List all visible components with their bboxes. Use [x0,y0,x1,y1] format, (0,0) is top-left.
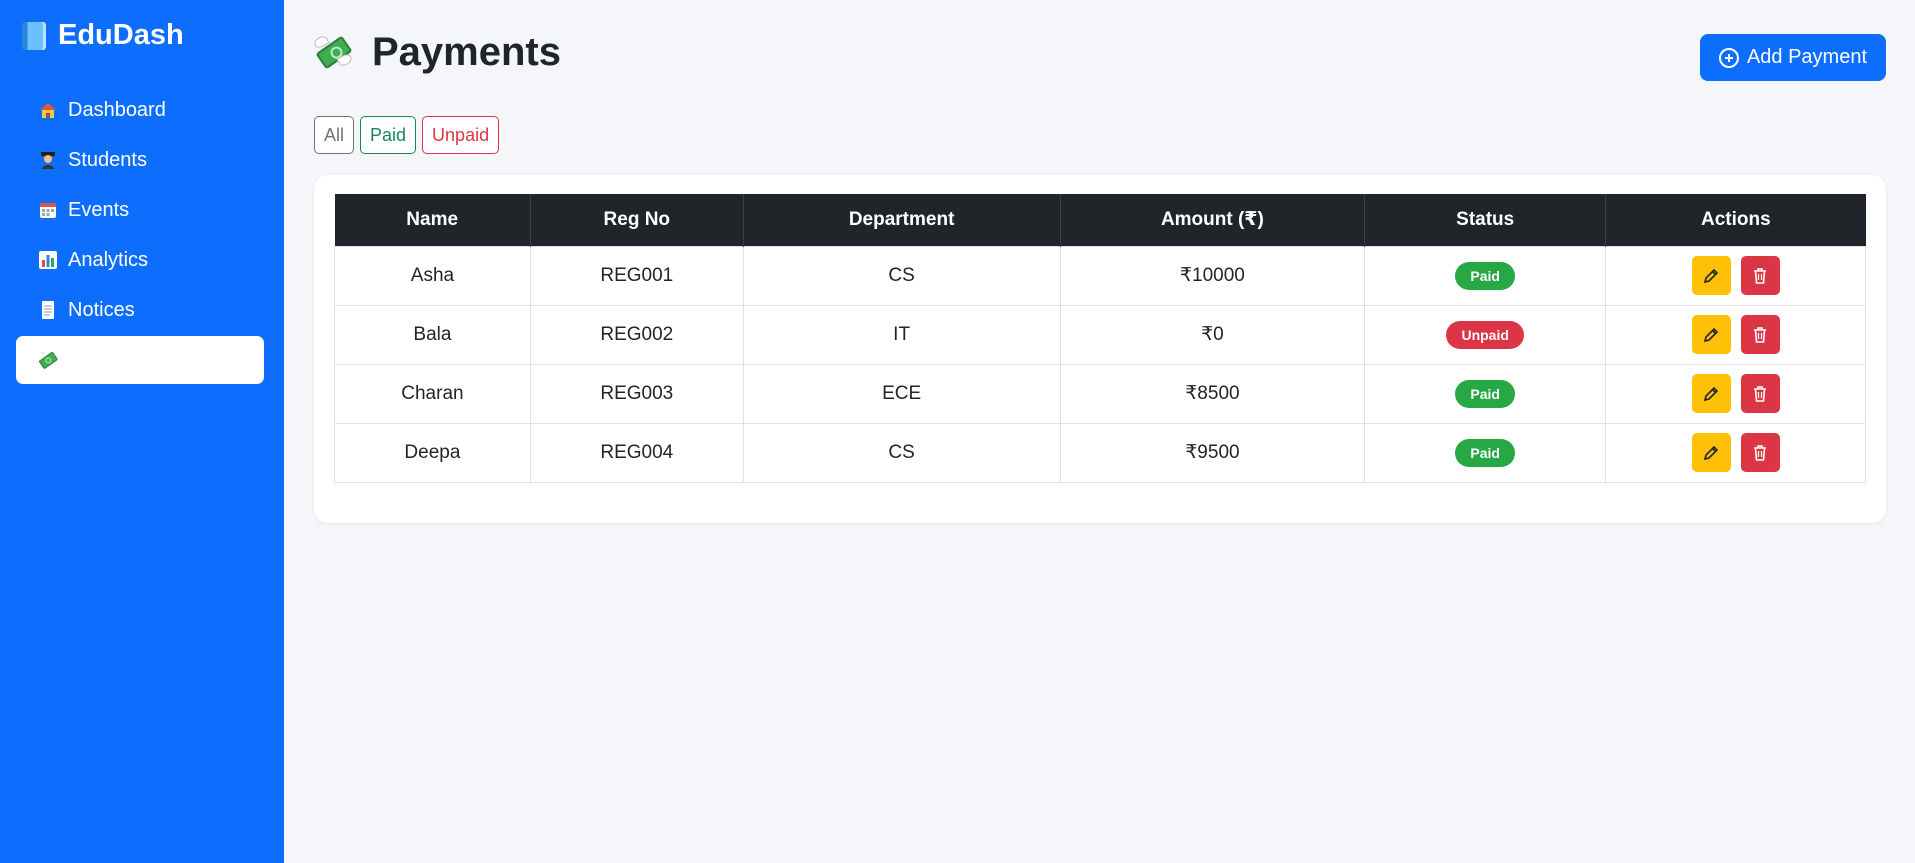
table-header-row: Name Reg No Department Amount (₹) Status… [334,194,1866,246]
calendar-icon [38,200,58,220]
page-title: Payments [372,30,561,74]
cell-amount: ₹0 [1059,304,1366,365]
add-payment-button[interactable]: Add Payment [1700,34,1886,81]
cell-department: IT [742,304,1061,365]
sidebar-item-label: Dashboard [68,98,166,121]
cell-reg-no: REG003 [529,363,744,424]
cell-actions [1605,245,1866,306]
pencil-icon [1703,327,1719,342]
cell-name: Charan [334,363,531,424]
filter-paid-button[interactable]: Paid [360,116,417,154]
cell-status: Paid [1364,245,1607,306]
sidebar-item-label: Events [68,198,130,221]
status-badge: Paid [1455,261,1515,290]
trash-icon [1754,267,1767,284]
status-badge: Paid [1455,379,1515,408]
sidebar-item-students[interactable]: Students [16,136,264,184]
pencil-icon [1703,268,1719,283]
table-row: Asha REG001 CS ₹10000 Paid [334,245,1866,306]
plus-circle-icon [1718,47,1739,68]
cell-reg-no: REG001 [529,245,744,306]
cell-status: Unpaid [1364,304,1607,365]
cell-status: Paid [1364,422,1607,483]
table-row: Deepa REG004 CS ₹9500 Paid [334,422,1866,483]
delete-button[interactable] [1740,433,1780,472]
brand[interactable]: EduDash [22,19,184,52]
delete-button[interactable] [1740,315,1780,354]
sidebar-item-payments[interactable] [16,336,264,384]
bar-chart-icon [38,250,58,270]
pencil-icon [1703,445,1719,460]
payments-table: Name Reg No Department Amount (₹) Status… [334,194,1866,483]
cell-amount: ₹9500 [1059,422,1366,483]
student-icon [38,150,58,170]
table-row: Charan REG003 ECE ₹8500 Paid [334,363,1866,424]
edit-button[interactable] [1691,315,1731,354]
status-badge: Paid [1455,438,1515,467]
cell-status: Paid [1364,363,1607,424]
status-filters: All Paid Unpaid [314,116,500,154]
edit-button[interactable] [1691,433,1731,472]
trash-icon [1754,385,1767,402]
cell-name: Bala [334,304,531,365]
sidebar: EduDash Dashboard Students Events Analyt… [0,0,284,863]
pencil-icon [1703,386,1719,401]
cell-actions [1605,363,1866,424]
payments-card: Name Reg No Department Amount (₹) Status… [314,175,1886,523]
brand-name: EduDash [58,19,184,51]
sidebar-item-analytics[interactable]: Analytics [16,236,264,284]
column-header-department[interactable]: Department [743,194,1061,246]
sidebar-item-dashboard[interactable]: Dashboard [16,86,264,134]
trash-icon [1754,326,1767,343]
sidebar-item-label: Analytics [68,248,149,271]
cell-amount: ₹8500 [1059,363,1366,424]
book-icon [22,21,46,50]
sidebar-nav: Dashboard Students Events Analytics Noti… [16,86,264,386]
column-header-reg-no[interactable]: Reg No [530,194,744,246]
money-wings-icon [312,33,354,73]
delete-button[interactable] [1740,374,1780,413]
house-icon [38,100,58,120]
column-header-status[interactable]: Status [1364,194,1607,246]
sidebar-item-label: Notices [68,298,135,321]
column-header-amount[interactable]: Amount (₹) [1060,194,1366,246]
filter-all-button[interactable]: All [314,116,355,154]
cell-amount: ₹10000 [1059,245,1366,306]
cell-department: CS [742,245,1061,306]
cell-actions [1605,422,1866,483]
delete-button[interactable] [1740,256,1780,295]
cell-name: Asha [334,245,531,306]
cell-actions [1605,304,1866,365]
add-payment-label: Add Payment [1746,46,1868,68]
sidebar-item-events[interactable]: Events [16,186,264,234]
page-header: Payments [312,30,561,75]
edit-button[interactable] [1691,374,1731,413]
money-wings-icon [38,350,58,370]
sidebar-item-notices[interactable]: Notices [16,286,264,334]
table-row: Bala REG002 IT ₹0 Unpaid [334,304,1866,365]
cell-reg-no: REG002 [529,304,744,365]
status-badge: Unpaid [1446,320,1524,349]
cell-name: Deepa [334,422,531,483]
notepad-icon [38,300,58,320]
cell-reg-no: REG004 [529,422,744,483]
column-header-actions: Actions [1605,194,1866,246]
cell-department: CS [742,422,1061,483]
trash-icon [1754,444,1767,461]
filter-unpaid-button[interactable]: Unpaid [422,116,500,154]
edit-button[interactable] [1691,256,1731,295]
sidebar-item-label: Students [68,148,147,171]
cell-department: ECE [742,363,1061,424]
column-header-name[interactable]: Name [334,194,531,246]
